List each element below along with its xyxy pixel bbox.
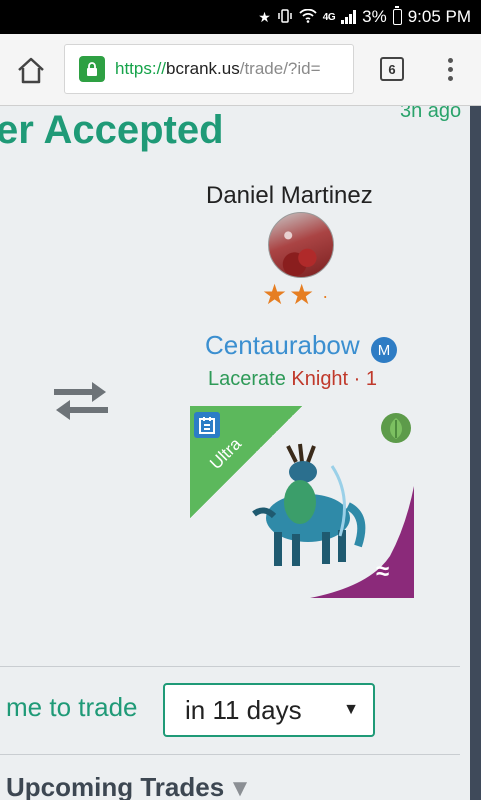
tier-label: Ultra	[206, 434, 246, 474]
dot-icon	[447, 66, 453, 72]
overflow-menu-button[interactable]	[440, 54, 460, 84]
rarity-badge: M	[371, 337, 397, 363]
caret-down-icon: ▼	[228, 775, 252, 800]
battery-percent: 3%	[362, 7, 387, 26]
element-corner	[310, 486, 414, 598]
star-icon: ★	[258, 9, 271, 25]
edition-icon	[194, 412, 220, 438]
wifi-icon	[299, 8, 317, 25]
url-path: /trade/?id=	[239, 59, 321, 78]
card-name-link[interactable]: Centaurabow	[205, 330, 360, 361]
clock-time: 9:05 PM	[407, 7, 471, 26]
card-class-level: Knight · 1	[291, 368, 378, 390]
status-bar: ★ 4G 3% 9:05 PM	[0, 0, 481, 34]
upcoming-trades-label: Upcoming Trades	[6, 772, 225, 800]
lock-icon	[79, 56, 105, 82]
partner-name[interactable]: Daniel Martinez	[206, 182, 373, 210]
chevron-down-icon: ▼	[343, 701, 359, 718]
card-image[interactable]: Ultra ≈	[190, 406, 414, 598]
divider	[0, 666, 460, 667]
url-text: https://bcrank.us/trade/?id=	[115, 59, 321, 79]
dot-icon	[447, 57, 453, 63]
url-bar[interactable]: https://bcrank.us/trade/?id=	[64, 44, 354, 94]
scrollbar[interactable]	[470, 106, 481, 800]
signal-icon	[341, 10, 357, 24]
rating-stars: ★★ ·	[262, 278, 330, 311]
browser-toolbar: https://bcrank.us/trade/?id= 6	[0, 34, 481, 106]
leaf-icon	[381, 413, 411, 443]
home-button[interactable]	[14, 54, 48, 88]
rating-extra: ·	[322, 286, 331, 307]
home-icon	[18, 57, 44, 84]
lte-icon: 4G	[322, 11, 336, 23]
card-details: Lacerate Knight · 1	[208, 368, 377, 391]
trade-time-label: me to trade	[6, 692, 138, 722]
upcoming-trades-toggle[interactable]: Upcoming Trades ▼	[6, 772, 252, 800]
url-scheme: https://	[115, 59, 167, 78]
trade-time-select[interactable]: in 11 days ▼	[163, 683, 375, 737]
vibrate-icon	[277, 8, 293, 26]
water-element-icon: ≈	[376, 558, 390, 585]
star-rating: ★★	[262, 279, 317, 310]
page-title: er Accepted	[0, 108, 224, 152]
swap-arrows-icon	[54, 382, 108, 420]
time-ago: 3h ago	[400, 106, 462, 122]
dot-icon	[447, 75, 453, 81]
page-content: 3h ago er Accepted Daniel Martinez ★★ · C…	[0, 106, 470, 800]
battery-icon	[392, 6, 402, 25]
trade-time-value: in 11 days	[185, 694, 302, 725]
avatar[interactable]	[268, 212, 334, 278]
url-host: bcrank.us	[166, 59, 240, 78]
divider	[0, 754, 460, 755]
tab-switcher-button[interactable]: 6	[380, 57, 404, 81]
card-ability: Lacerate	[208, 368, 286, 390]
